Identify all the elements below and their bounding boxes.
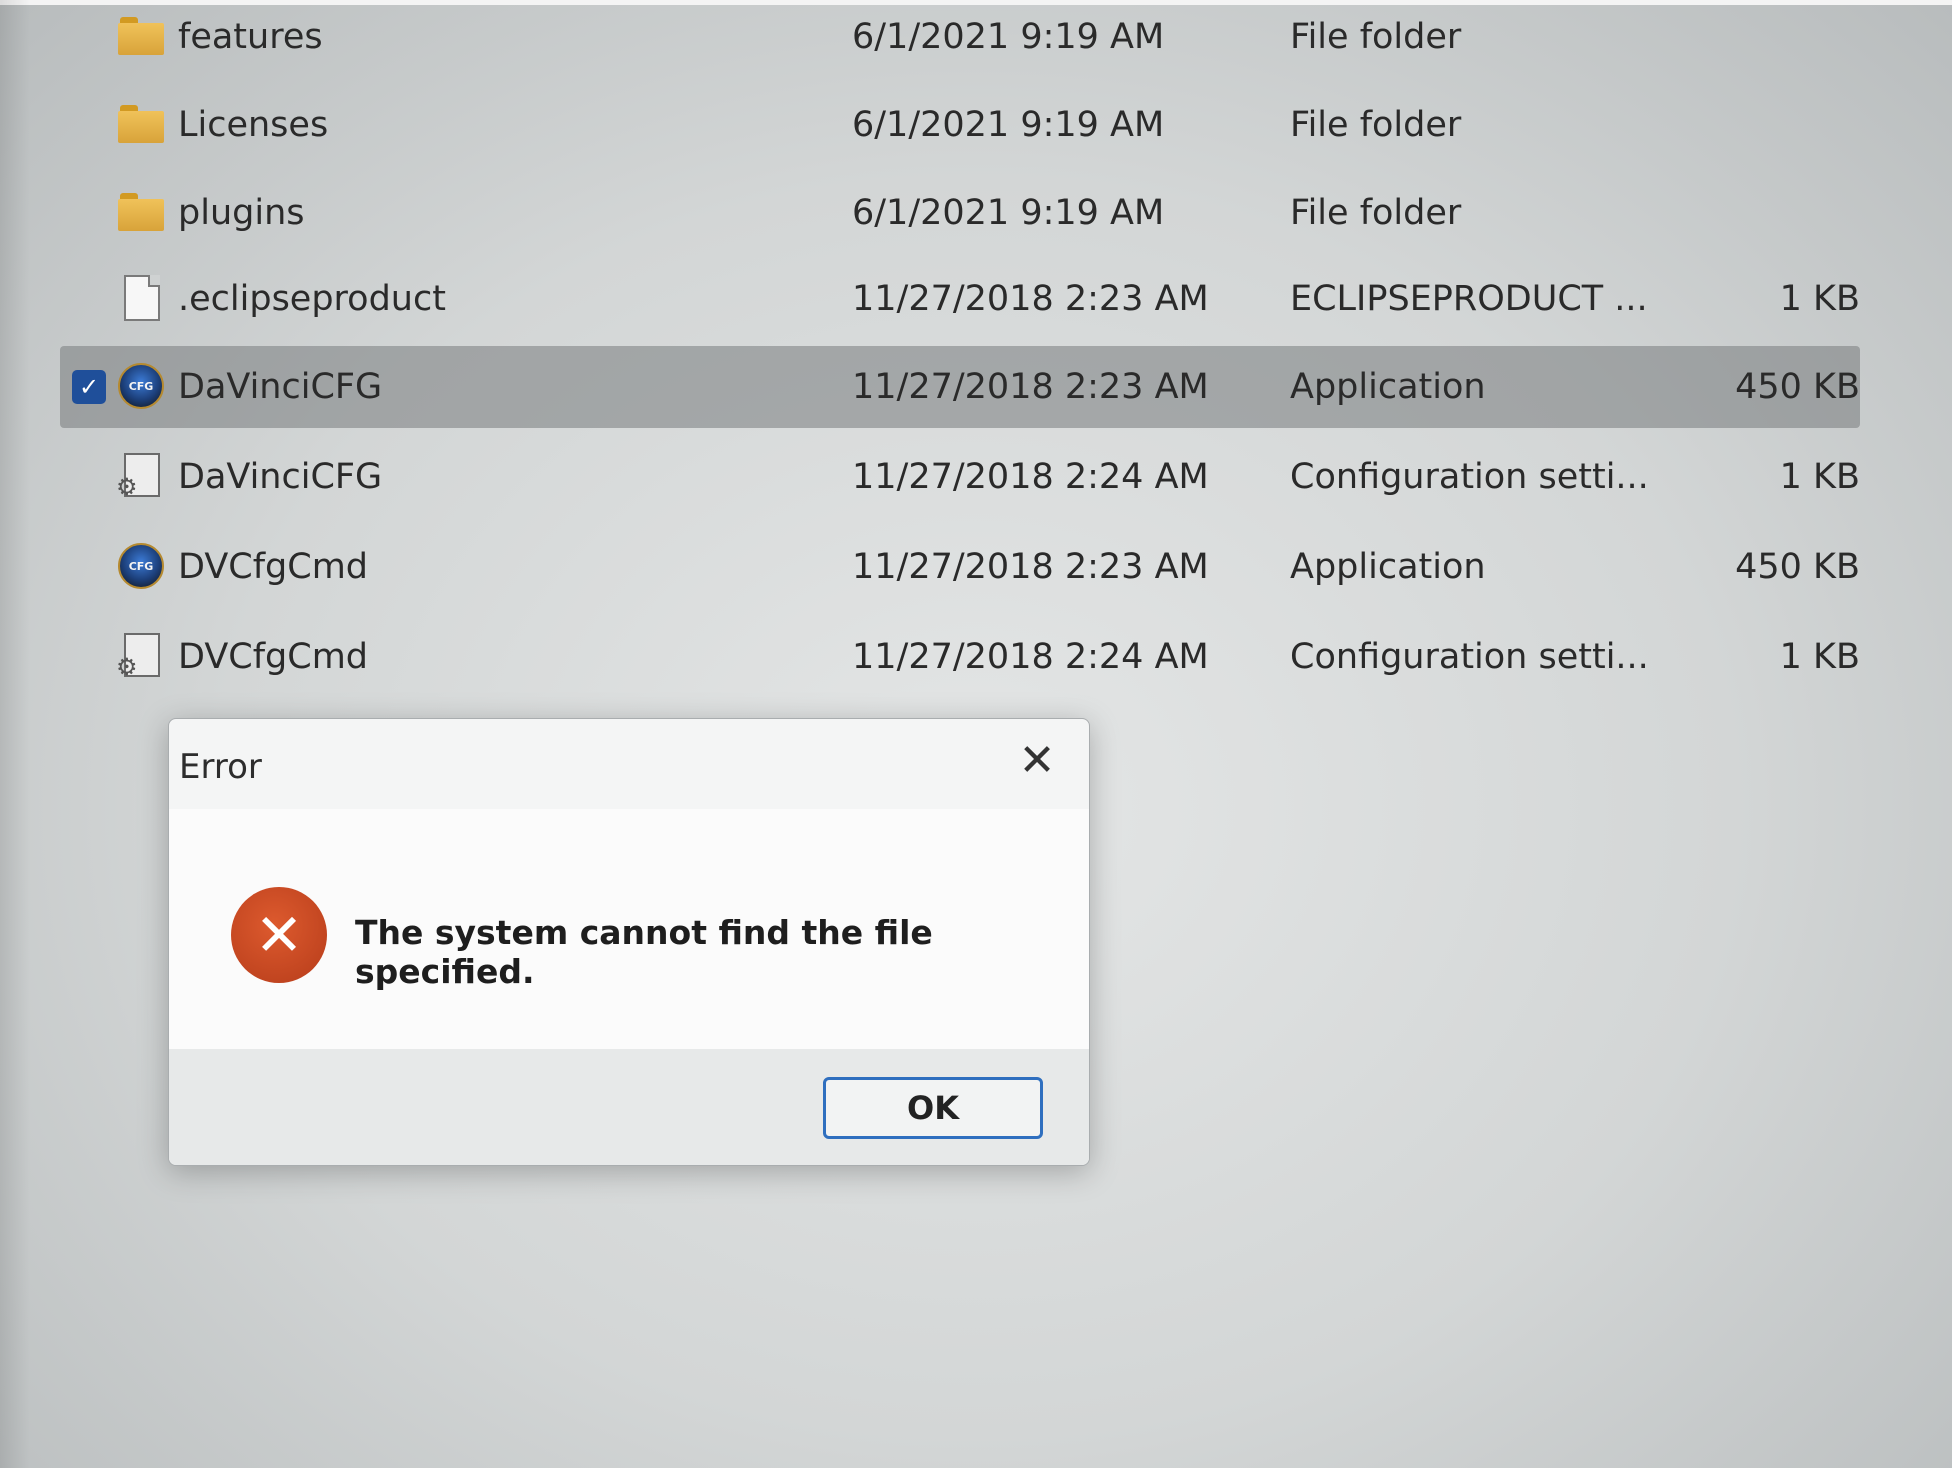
row-checkbox[interactable]: ✓ bbox=[72, 370, 106, 404]
file-date: 6/1/2021 9:19 AM bbox=[852, 17, 1165, 57]
checkmark-icon: ✓ bbox=[72, 370, 106, 404]
file-row[interactable]: .eclipseproduct 11/27/2018 2:23 AM ECLIP… bbox=[60, 258, 1860, 340]
file-name: features bbox=[178, 17, 323, 57]
file-date: 6/1/2021 9:19 AM bbox=[852, 105, 1165, 145]
file-date: 11/27/2018 2:23 AM bbox=[852, 547, 1209, 587]
file-date: 11/27/2018 2:24 AM bbox=[852, 457, 1209, 497]
file-type: Application bbox=[1290, 547, 1486, 587]
file-type: File folder bbox=[1290, 105, 1462, 145]
file-name: DaVinciCFG bbox=[178, 367, 383, 407]
error-dialog: Error ✕ ✕ The system cannot find the fil… bbox=[168, 718, 1090, 1166]
app-icon: CFG bbox=[118, 543, 166, 591]
file-size: 1 KB bbox=[1779, 279, 1860, 319]
file-date: 11/27/2018 2:23 AM bbox=[852, 279, 1209, 319]
file-type: ECLIPSEPRODUCT ... bbox=[1290, 279, 1648, 319]
error-message: The system cannot find the file specifie… bbox=[355, 913, 933, 991]
file-name: .eclipseproduct bbox=[178, 279, 446, 319]
file-type: File folder bbox=[1290, 193, 1462, 233]
file-type: Configuration setti... bbox=[1290, 637, 1649, 677]
file-size: 1 KB bbox=[1779, 457, 1860, 497]
file-size: 450 KB bbox=[1735, 367, 1860, 407]
file-name: plugins bbox=[178, 193, 305, 233]
dialog-title: Error bbox=[179, 747, 262, 787]
file-date: 11/27/2018 2:24 AM bbox=[852, 637, 1209, 677]
config-file-icon bbox=[116, 633, 166, 681]
dialog-footer: OK bbox=[169, 1049, 1089, 1165]
file-row[interactable]: DaVinciCFG 11/27/2018 2:24 AM Configurat… bbox=[60, 436, 1860, 518]
ok-button[interactable]: OK bbox=[823, 1077, 1043, 1139]
file-row[interactable]: plugins 6/1/2021 9:19 AM File folder bbox=[60, 172, 1860, 254]
file-row[interactable]: features 6/1/2021 9:19 AM File folder bbox=[60, 0, 1860, 78]
file-name: DVCfgCmd bbox=[178, 637, 369, 677]
dialog-body: ✕ The system cannot find the file specif… bbox=[169, 809, 1089, 1049]
file-row[interactable]: CFG DVCfgCmd 11/27/2018 2:23 AM Applicat… bbox=[60, 526, 1860, 608]
file-name: Licenses bbox=[178, 105, 329, 145]
file-type: File folder bbox=[1290, 17, 1462, 57]
file-list: features 6/1/2021 9:19 AM File folder Li… bbox=[0, 0, 1952, 720]
file-type: Configuration setti... bbox=[1290, 457, 1649, 497]
file-name: DaVinciCFG bbox=[178, 457, 383, 497]
folder-icon bbox=[118, 101, 166, 149]
app-icon: CFG bbox=[118, 363, 166, 411]
file-icon bbox=[118, 275, 166, 323]
folder-icon bbox=[118, 13, 166, 61]
file-type: Application bbox=[1290, 367, 1486, 407]
close-icon[interactable]: ✕ bbox=[1015, 739, 1059, 783]
folder-icon bbox=[118, 189, 166, 237]
file-date: 6/1/2021 9:19 AM bbox=[852, 193, 1165, 233]
file-size: 1 KB bbox=[1779, 637, 1860, 677]
file-size: 450 KB bbox=[1735, 547, 1860, 587]
edge-shadow bbox=[0, 0, 30, 1468]
config-file-icon bbox=[116, 453, 166, 501]
file-row-selected[interactable]: ✓ CFG DaVinciCFG 11/27/2018 2:23 AM Appl… bbox=[60, 346, 1860, 428]
file-name: DVCfgCmd bbox=[178, 547, 369, 587]
error-icon: ✕ bbox=[231, 887, 327, 983]
file-row[interactable]: DVCfgCmd 11/27/2018 2:24 AM Configuratio… bbox=[60, 616, 1860, 698]
file-date: 11/27/2018 2:23 AM bbox=[852, 367, 1209, 407]
file-row[interactable]: Licenses 6/1/2021 9:19 AM File folder bbox=[60, 84, 1860, 166]
